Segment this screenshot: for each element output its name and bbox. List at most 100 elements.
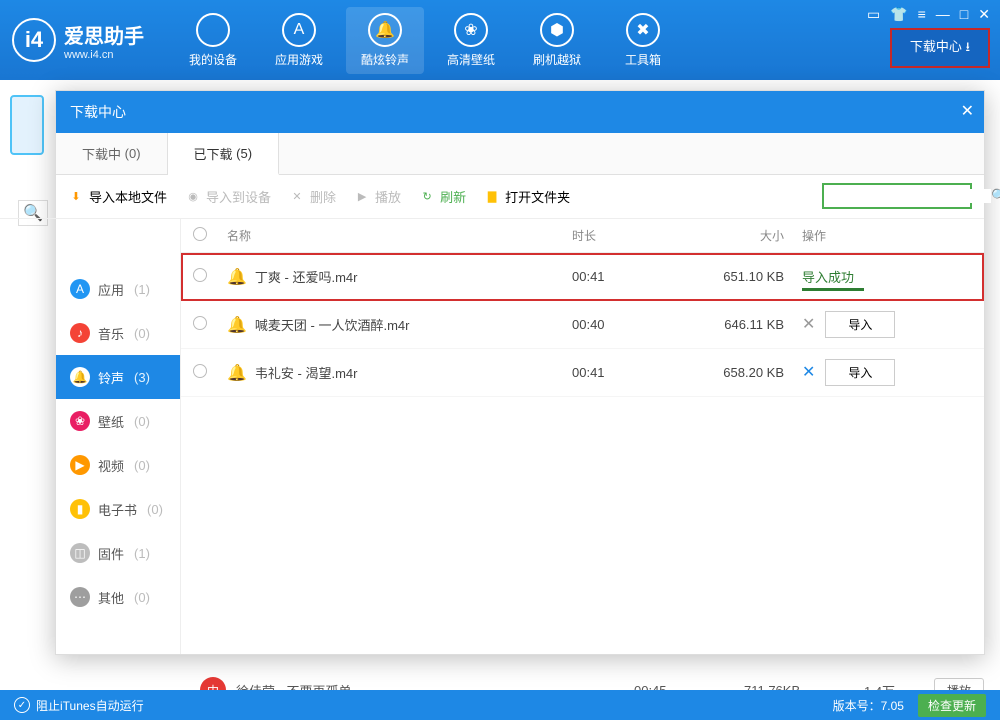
modal-title: 下载中心 [70,102,126,122]
sidebar-item-ebook[interactable]: ▮电子书(0) [56,487,180,531]
search-input[interactable] [824,189,991,203]
wallpaper-icon: ❀ [70,411,90,431]
ringtone-icon: 🔔 [227,269,247,286]
sidebar-item-other[interactable]: ⋯其他(0) [56,575,180,619]
sidebar-item-ringtones[interactable]: 🔔铃声(3) [56,355,180,399]
main-nav: 我的设备 A应用游戏 🔔酷炫铃声 ❀高清壁纸 ⬢刷机越狱 ✖工具箱 [174,7,682,74]
book-icon: ▮ [70,499,90,519]
table-header: 名称 时长 大小 操作 [181,219,984,253]
download-center-button[interactable]: 下载中心 ⭳ [890,28,990,68]
video-icon: ▶ [70,455,90,475]
col-name: 名称 [223,227,572,244]
minimize-icon[interactable]: — [936,6,950,23]
app-icon: A [70,279,90,299]
sidebar-item-music[interactable]: ♪音乐(0) [56,311,180,355]
file-duration: 00:40 [572,317,682,332]
file-size: 646.11 KB [682,317,802,332]
table-row[interactable]: 🔔 韦礼安 - 渴望.m4r 00:41 658.20 KB ✕ 导入 [181,349,984,397]
bell-icon: 🔔 [70,367,90,387]
firmware-icon: ◫ [70,543,90,563]
window-controls: ▭ 👕 ≡ — □ ✕ [867,6,990,23]
file-duration: 00:41 [572,365,682,380]
device-thumb[interactable] [10,95,44,155]
close-icon[interactable]: ✕ [978,6,990,23]
feedback-icon[interactable]: ▭ [867,6,880,23]
sidebar-item-firmware[interactable]: ◫固件(1) [56,531,180,575]
tab-downloading[interactable]: 下载中 (0) [56,133,168,174]
skin-icon[interactable]: 👕 [890,6,907,23]
play-icon: ▶ [354,189,370,205]
table-row[interactable]: 🔔丁爽 - 还爱吗.m4r 00:41 651.10 KB 导入成功 [181,253,984,301]
check-update-button[interactable]: 检查更新 [918,694,986,717]
tb-delete[interactable]: ✕删除 [289,187,336,206]
itunes-block-label[interactable]: 阻止iTunes自动运行 [36,697,144,714]
modal-header: 下载中心 ✕ [56,91,984,133]
modal-close-button[interactable]: ✕ [961,101,974,121]
category-sidebar: A应用(1) ♪音乐(0) 🔔铃声(3) ❀壁纸(0) ▶视频(0) ▮电子书(… [56,219,181,654]
logo-icon: i4 [12,18,56,62]
nav-wallpaper[interactable]: ❀高清壁纸 [432,7,510,74]
music-icon: ♪ [70,323,90,343]
select-all-checkbox[interactable] [193,227,207,241]
col-duration: 时长 [572,227,682,244]
sidebar-item-wallpaper[interactable]: ❀壁纸(0) [56,399,180,443]
toolbar: ⬇导入本地文件 ◉导入到设备 ✕删除 ▶播放 ↻刷新 ▇打开文件夹 🔍 [0,175,984,219]
bell-icon: 🔔 [368,13,402,47]
logo: i4 爱思助手 www.i4.cn [12,18,144,62]
apple-icon [196,13,230,47]
delete-icon: ✕ [289,189,305,205]
nav-ringtones[interactable]: 🔔酷炫铃声 [346,7,424,74]
version-label: 版本号：7.05 [833,697,904,714]
col-size: 大小 [682,227,802,244]
import-button[interactable]: 导入 [825,359,895,386]
tb-import-device[interactable]: ◉导入到设备 [185,187,271,206]
file-name: 丁爽 - 还爱吗.m4r [255,270,358,285]
ringtone-icon: 🔔 [227,365,247,382]
download-center-modal: 下载中心 ✕ 下载中 (0) 已下载 (5) ⬇导入本地文件 ◉导入到设备 ✕删… [55,90,985,655]
other-icon: ⋯ [70,587,90,607]
import-button[interactable]: 导入 [825,311,895,338]
tb-refresh[interactable]: ↻刷新 [419,187,466,206]
maximize-icon[interactable]: □ [960,6,968,23]
nav-my-device[interactable]: 我的设备 [174,7,252,74]
app-store-icon: A [282,13,316,47]
logo-subtitle: www.i4.cn [64,49,144,61]
row-checkbox[interactable] [193,268,207,282]
row-remove-button[interactable]: ✕ [802,364,815,381]
row-checkbox[interactable] [193,316,207,330]
tab-downloaded[interactable]: 已下载 (5) [168,133,280,175]
nav-jailbreak[interactable]: ⬢刷机越狱 [518,7,596,74]
nav-tools[interactable]: ✖工具箱 [604,7,682,74]
logo-title: 爱思助手 [64,20,144,49]
box-icon: ⬢ [540,13,574,47]
tb-open-folder[interactable]: ▇打开文件夹 [484,187,570,206]
flower-icon: ❀ [454,13,488,47]
file-duration: 00:41 [572,269,682,284]
check-icon: ✓ [14,697,30,713]
sidebar-item-video[interactable]: ▶视频(0) [56,443,180,487]
refresh-icon: ↻ [419,189,435,205]
search-box[interactable]: 🔍 [822,183,972,209]
tb-play[interactable]: ▶播放 [354,187,401,206]
modal-tabs: 下载中 (0) 已下载 (5) [56,133,984,175]
search-icon[interactable]: 🔍 [991,188,1000,204]
table-row[interactable]: 🔔 喊麦天团 - 一人饮酒醉.m4r 00:40 646.11 KB ✕ 导入 [181,301,984,349]
row-checkbox[interactable] [193,364,207,378]
folder-icon: ▇ [484,189,500,205]
status-bar: ✓ 阻止iTunes自动运行 版本号：7.05 检查更新 [0,690,1000,720]
ringtone-icon: 🔔 [227,317,247,334]
app-header: i4 爱思助手 www.i4.cn 我的设备 A应用游戏 🔔酷炫铃声 ❀高清壁纸… [0,0,1000,80]
device-icon: ◉ [185,189,201,205]
col-op: 操作 [802,227,972,244]
nav-apps[interactable]: A应用游戏 [260,7,338,74]
file-name: 喊麦天团 - 一人饮酒醉.m4r [255,318,410,333]
row-remove-button[interactable]: ✕ [802,316,815,333]
file-size: 658.20 KB [682,365,802,380]
import-success-label: 导入成功 [802,270,854,285]
sidebar-item-apps[interactable]: A应用(1) [56,267,180,311]
menu-icon[interactable]: ≡ [918,6,926,23]
file-name: 韦礼安 - 渴望.m4r [255,366,358,381]
tb-import-local[interactable]: ⬇导入本地文件 [68,187,167,206]
import-icon: ⬇ [68,189,84,205]
wrench-icon: ✖ [626,13,660,47]
